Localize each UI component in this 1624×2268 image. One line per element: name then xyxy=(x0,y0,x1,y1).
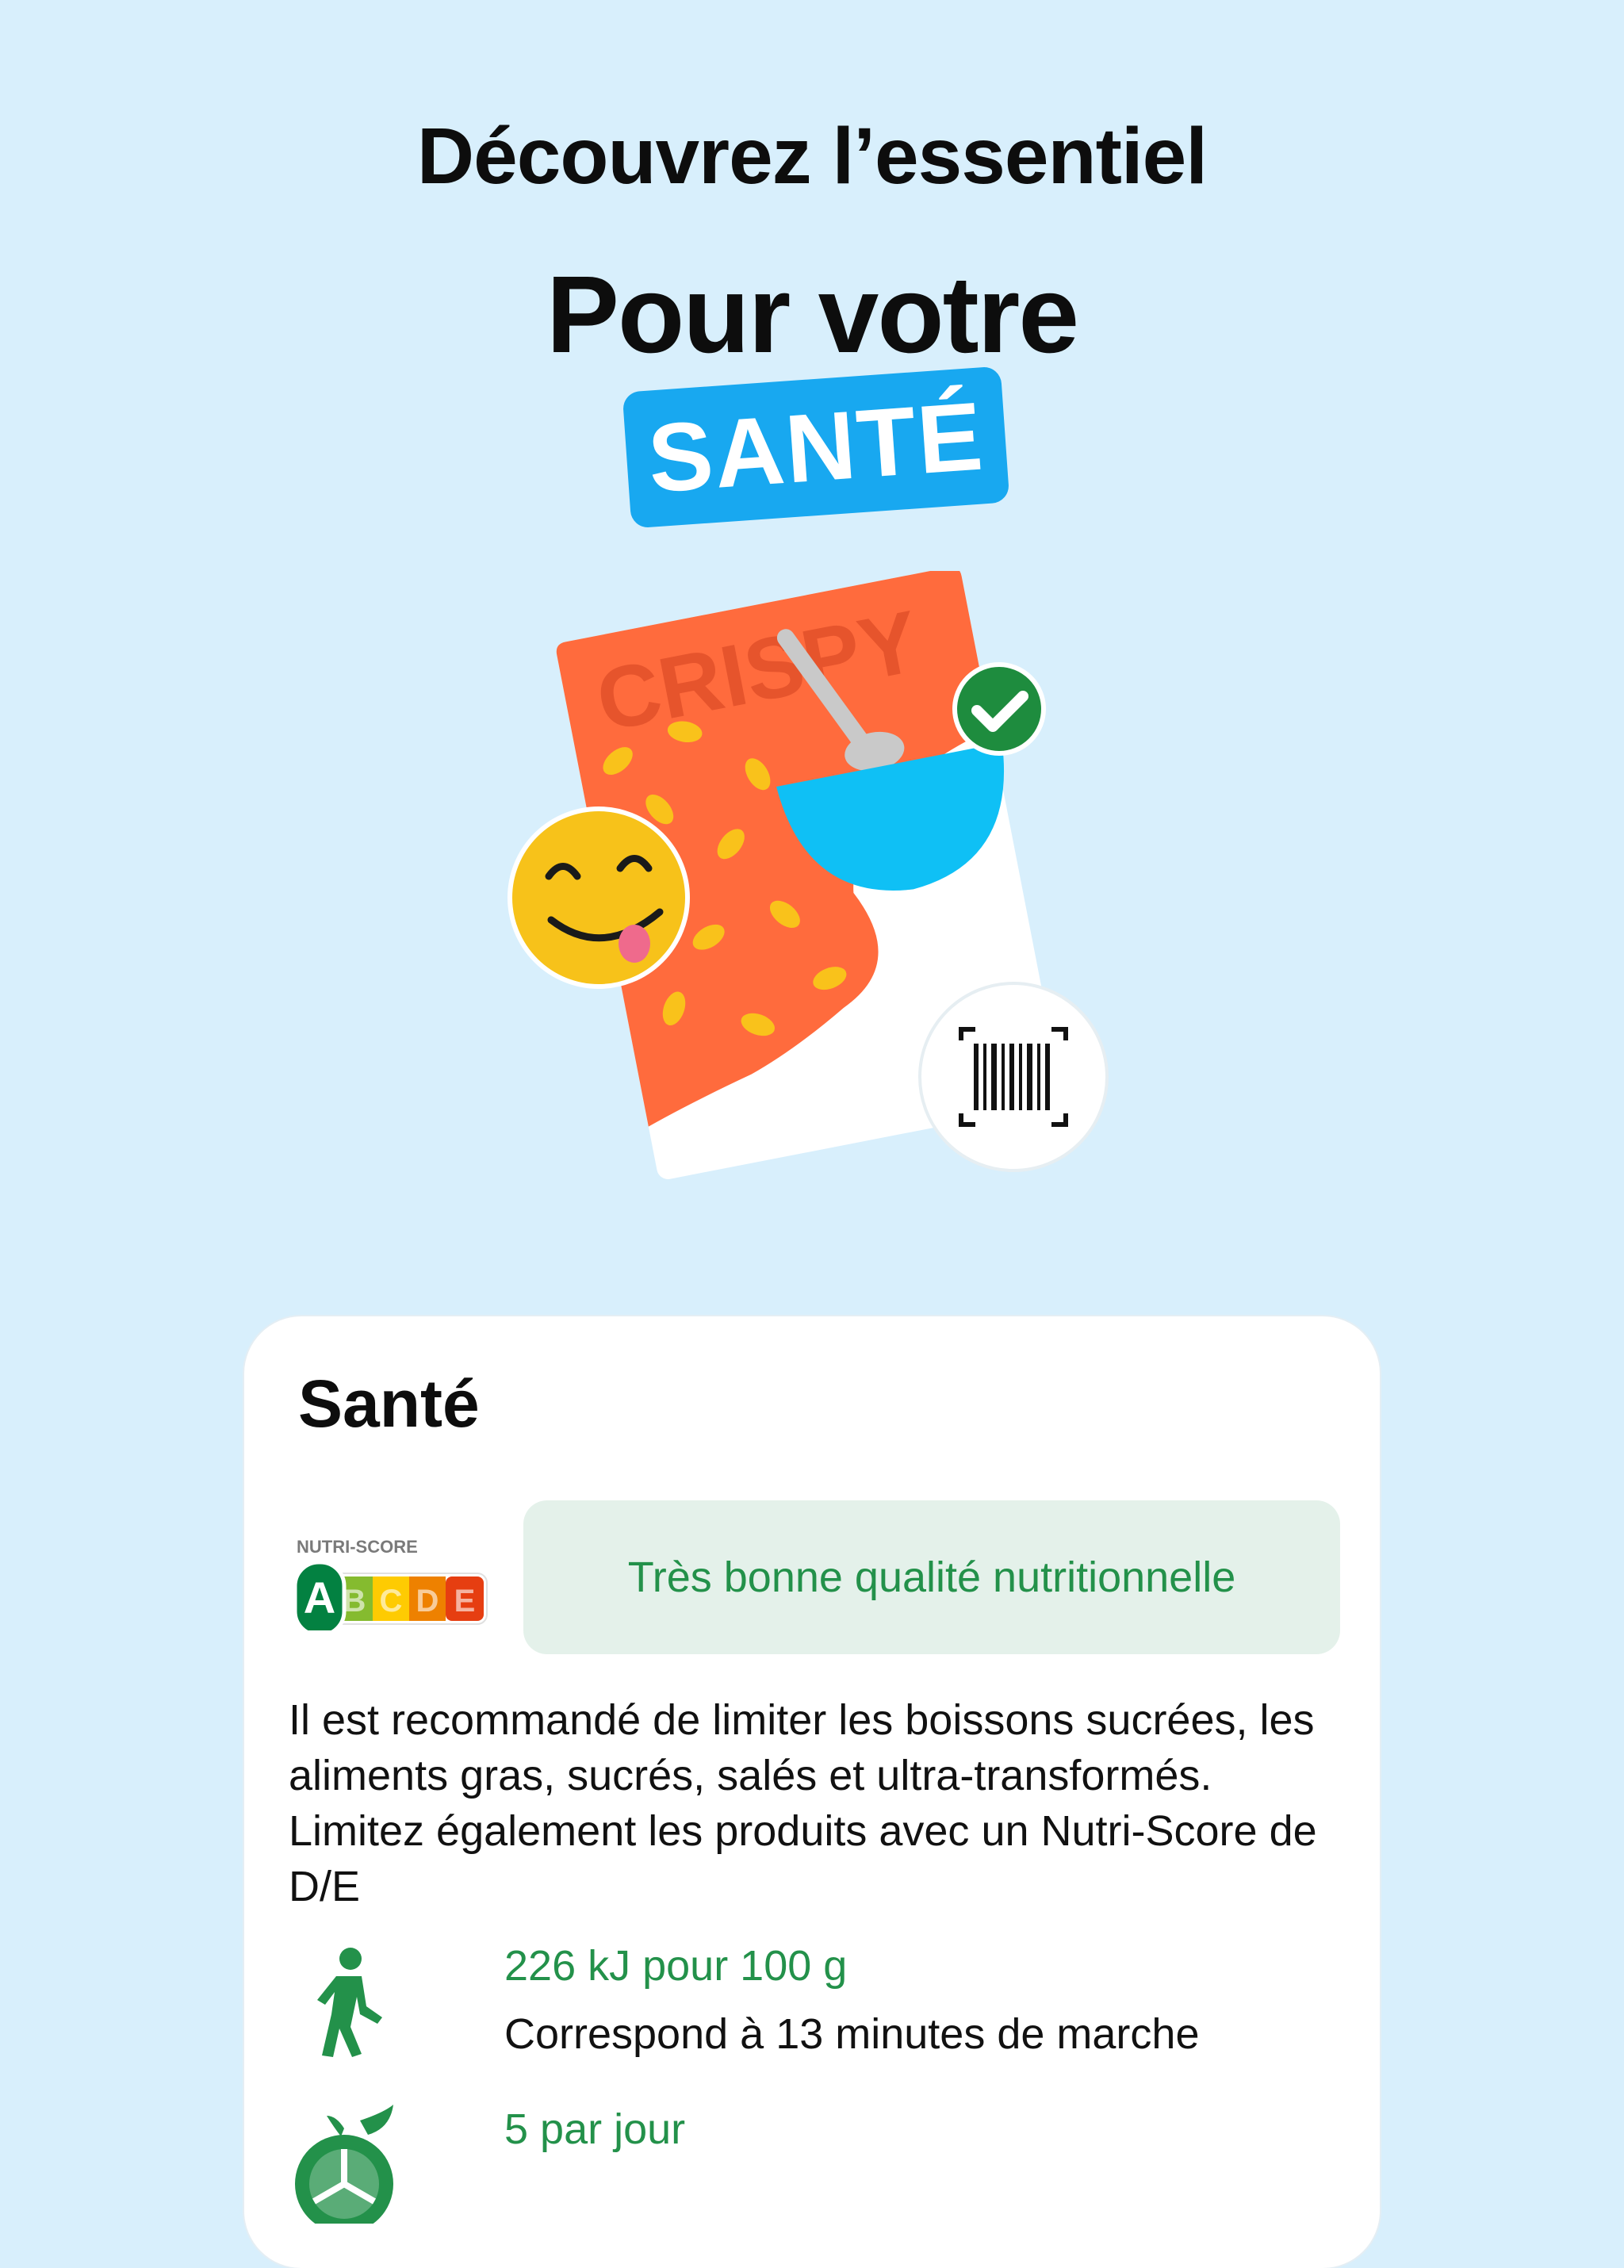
nutri-score-label: NUTRI-SCORE xyxy=(297,1537,418,1557)
nutrition-quality-text: Très bonne qualité nutritionnelle xyxy=(627,1554,1236,1601)
energy-value: 226 kJ pour 100 g xyxy=(504,1942,848,1990)
sante-badge-label: SANTÉ xyxy=(622,366,1010,529)
check-icon xyxy=(952,662,1046,756)
nutri-grade-b: B xyxy=(343,1584,366,1619)
barcode-icon xyxy=(918,982,1109,1172)
nutri-grade-a: A xyxy=(304,1573,335,1622)
nutri-score-svg: NUTRI-SCORE B C D E A xyxy=(293,1537,488,1638)
recommendation-text: Il est recommandé de limiter les boisson… xyxy=(289,1696,1317,1910)
nutri-grade-d: D xyxy=(416,1584,439,1619)
nutrition-quality-box: Très bonne qualité nutritionnelle xyxy=(523,1500,1340,1654)
card-title: Santé xyxy=(298,1366,480,1441)
nutri-grade-e: E xyxy=(454,1584,476,1619)
fruit-title: 5 par jour xyxy=(504,2105,686,2153)
sante-card: Santé NUTRI-SCORE B C D E A Très bonne q… xyxy=(244,1316,1380,2268)
product-illustration: CRISPY xyxy=(476,567,1158,1205)
walking-person-icon xyxy=(289,1941,408,2060)
nutri-score-logo: NUTRI-SCORE B C D E A xyxy=(289,1527,500,1638)
fruit-icon xyxy=(289,2105,408,2233)
product-illustration-svg: CRISPY xyxy=(508,567,1109,1179)
header-line2: Pour votre xyxy=(546,254,1079,376)
sante-badge: SANTÉ xyxy=(622,366,1010,529)
smiley-icon xyxy=(508,806,690,989)
nutri-grade-c: C xyxy=(380,1584,403,1619)
energy-equivalent: Correspond à 13 minutes de marche xyxy=(504,2010,1200,2058)
header-line1: Découvrez l’essentiel xyxy=(416,112,1208,201)
